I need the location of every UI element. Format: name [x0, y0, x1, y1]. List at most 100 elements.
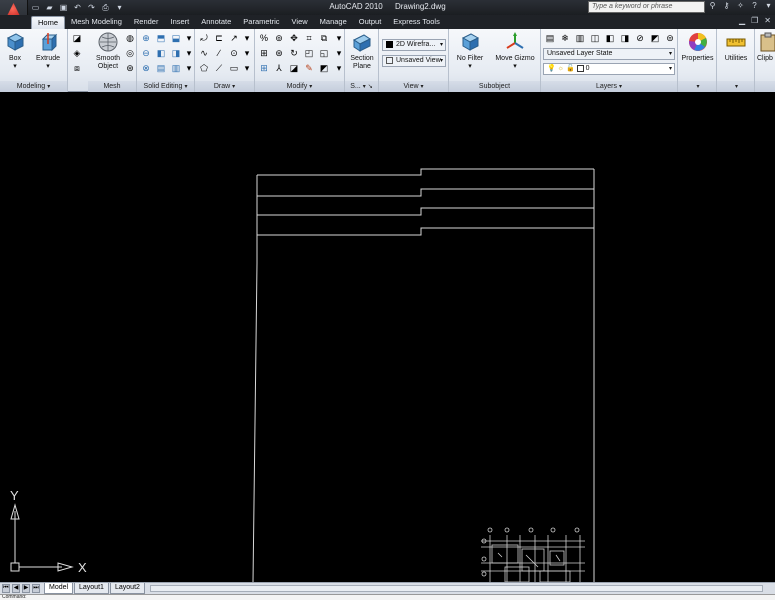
minimize-icon[interactable]: ▁	[739, 16, 745, 25]
layer-properties-icon[interactable]: ▤	[544, 32, 556, 44]
dropdown-arrow-icon[interactable]: ▾	[333, 47, 345, 59]
next-layout-arrow-icon[interactable]: ▶	[22, 584, 30, 593]
rectangle-icon[interactable]: ▭	[228, 62, 240, 74]
dropdown-arrow-icon[interactable]: ▾	[183, 62, 195, 74]
box-button[interactable]: Box ▾	[4, 31, 26, 71]
tab-view[interactable]: View	[286, 16, 314, 29]
extrude-faces-icon[interactable]: ⬓	[170, 32, 182, 44]
trim-icon[interactable]: ⌗	[303, 32, 315, 44]
key-icon[interactable]: ⚷	[722, 1, 731, 10]
dropdown-arrow-icon[interactable]: ▾	[333, 32, 345, 44]
panel-title-modeling[interactable]: Modeling ▾	[0, 81, 67, 92]
dropdown-arrow-icon[interactable]: ▾	[333, 62, 345, 74]
utilities-button[interactable]: Utilities	[718, 31, 754, 63]
dropdown-arrow-icon[interactable]: ▾	[241, 47, 253, 59]
layer-lock-icon[interactable]: ▥	[574, 32, 586, 44]
panel-title-section[interactable]: S... ▾ ↘	[345, 81, 378, 92]
loft-icon[interactable]: ⧈	[71, 62, 83, 74]
fillet-icon[interactable]: ⊚	[273, 32, 285, 44]
infocenter-dropdown-icon[interactable]: ▾	[764, 1, 773, 10]
move-icon[interactable]: ✥	[288, 32, 300, 44]
layer-walk-icon[interactable]: ◩	[649, 32, 661, 44]
no-filter-button[interactable]: No Filter ▾	[453, 31, 487, 71]
smooth-more-icon[interactable]: ◍	[124, 32, 136, 44]
tab-mesh-modeling[interactable]: Mesh Modeling	[65, 16, 128, 29]
slice-icon[interactable]: ▥	[170, 62, 182, 74]
panel-title-utilities[interactable]: ▾	[717, 81, 754, 92]
panel-title-clipboard[interactable]	[755, 81, 775, 92]
layer-unisolate-icon[interactable]: ◧	[604, 32, 616, 44]
3d-rotate-icon[interactable]: ⊛	[273, 47, 285, 59]
saved-view-select[interactable]: Unsaved View ▾	[382, 55, 446, 67]
circle-icon[interactable]: ⊙	[228, 47, 240, 59]
tab-annotate[interactable]: Annotate	[195, 16, 237, 29]
panel-title-subobject[interactable]: Subobject	[449, 81, 540, 92]
array-icon[interactable]: ⊞	[258, 47, 270, 59]
search-input[interactable]: Type a keyword or phrase	[588, 1, 705, 13]
undo-icon[interactable]: ↶	[72, 2, 83, 13]
imprint-icon[interactable]: ◨	[170, 47, 182, 59]
scale-icon[interactable]: %	[258, 32, 270, 44]
dropdown-arrow-icon[interactable]: ▾	[183, 32, 195, 44]
match-properties-icon[interactable]: ✎	[303, 62, 315, 74]
panel-title-properties[interactable]: ▾	[678, 81, 716, 92]
layout-tab-layout1[interactable]: Layout1	[74, 583, 109, 594]
dropdown-arrow-icon[interactable]: ▾	[241, 32, 253, 44]
extract-edges-icon[interactable]: ⬒	[155, 32, 167, 44]
layer-off-icon[interactable]: ◨	[619, 32, 631, 44]
current-layer-select[interactable]: 💡 ☼ 🔓 0 ▾	[543, 63, 675, 75]
redo-icon[interactable]: ↷	[86, 2, 97, 13]
tab-output[interactable]: Output	[353, 16, 388, 29]
tab-home[interactable]: Home	[31, 16, 66, 29]
save-icon[interactable]: ▣	[58, 2, 69, 13]
close-icon[interactable]: ✕	[764, 16, 771, 25]
spline-icon[interactable]: ∿	[198, 47, 210, 59]
dimension-icon[interactable]: ⟋	[213, 62, 225, 74]
tab-express-tools[interactable]: Express Tools	[387, 16, 446, 29]
layer-freeze-icon[interactable]: ❄	[559, 32, 571, 44]
shell-icon[interactable]: ▤	[155, 62, 167, 74]
panel-title-modify[interactable]: Modify ▾	[255, 81, 344, 92]
polyline-icon[interactable]: ⤾	[198, 32, 210, 44]
intersect-icon[interactable]: ⊗	[140, 62, 152, 74]
panel-title-view[interactable]: View ▾	[379, 81, 448, 92]
smooth-object-button[interactable]: Smooth Object	[91, 31, 125, 71]
union-icon[interactable]: ⊕	[140, 32, 152, 44]
rotate-icon[interactable]: ↻	[288, 47, 300, 59]
qat-dropdown-icon[interactable]: ▾	[114, 2, 125, 13]
panel-title-solid-editing[interactable]: Solid Editing ▾	[137, 81, 194, 92]
restore-icon[interactable]: ❐	[751, 16, 758, 25]
binoculars-icon[interactable]: ⚲	[708, 1, 717, 10]
open-folder-icon[interactable]: ▰	[44, 2, 55, 13]
refine-mesh-icon[interactable]: ⊛	[124, 62, 136, 74]
separate-icon[interactable]: ◧	[155, 47, 167, 59]
3d-align-icon[interactable]: ◪	[288, 62, 300, 74]
panel-title-draw[interactable]: Draw ▾	[195, 81, 254, 92]
drawing-area[interactable]: X Y	[0, 93, 775, 582]
3d-array-icon[interactable]: ⊞	[258, 62, 270, 74]
star-icon[interactable]: ✧	[736, 1, 745, 10]
layout-tab-layout2[interactable]: Layout2	[110, 583, 145, 594]
command-line[interactable]: Command:	[0, 594, 775, 600]
layer-previous-icon[interactable]: ⊜	[664, 32, 676, 44]
section-plane-button[interactable]: Section Plane	[348, 31, 376, 71]
polysolid-icon[interactable]: ◪	[71, 32, 83, 44]
presspull-icon[interactable]: ◈	[71, 47, 83, 59]
smooth-less-icon[interactable]: ◎	[124, 47, 136, 59]
panel-title-layers[interactable]: Layers ▾	[541, 81, 677, 92]
3d-move-icon[interactable]: ⅄	[273, 62, 285, 74]
visual-style-select[interactable]: 2D Wirefra... ▾	[382, 39, 446, 51]
dropdown-arrow-icon[interactable]: ▾	[241, 62, 253, 74]
layer-state-select[interactable]: Unsaved Layer State ▾	[543, 48, 675, 60]
offset-icon[interactable]: ◰	[303, 47, 315, 59]
layer-isolate-icon[interactable]: ◫	[589, 32, 601, 44]
help-icon[interactable]: ?	[750, 1, 759, 10]
subtract-icon[interactable]: ⊖	[140, 47, 152, 59]
erase-icon[interactable]: ◩	[318, 62, 330, 74]
panel-title-mesh[interactable]: Mesh	[88, 81, 136, 92]
new-file-icon[interactable]: ▭	[30, 2, 41, 13]
line-segments-icon[interactable]: ⊏	[213, 32, 225, 44]
tab-insert[interactable]: Insert	[164, 16, 195, 29]
prev-layout-arrow-icon[interactable]: ◀	[12, 584, 20, 593]
last-layout-arrow-icon[interactable]: ⏭	[32, 584, 40, 593]
